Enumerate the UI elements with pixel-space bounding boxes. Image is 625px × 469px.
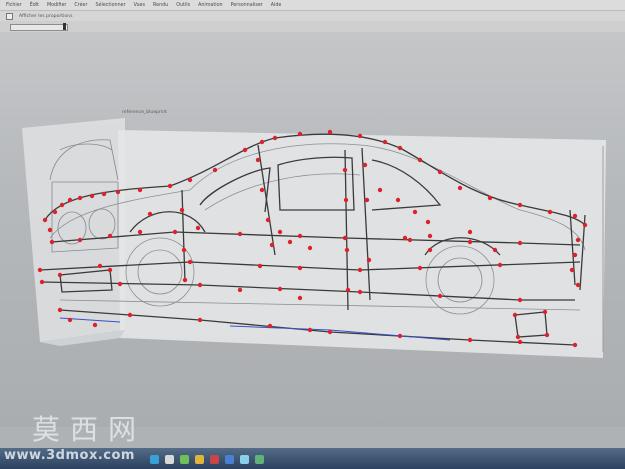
blueprint-canvas[interactable] — [0, 0, 625, 469]
app-icon-6[interactable] — [225, 455, 234, 464]
app-icon-2[interactable] — [165, 455, 174, 464]
app-icon-4[interactable] — [195, 455, 204, 464]
app-icon-1[interactable] — [150, 455, 159, 464]
viewport-reference-label: reference_blueprint — [122, 110, 167, 115]
app-icon-3[interactable] — [180, 455, 189, 464]
screen-photo: Fichier Édit Modifier Créer Sélectionner… — [0, 0, 625, 469]
front-view-plane — [22, 118, 125, 342]
app-icon-5[interactable] — [210, 455, 219, 464]
taskbar-icons — [150, 455, 264, 464]
app-icon-8[interactable] — [255, 455, 264, 464]
app-icon-7[interactable] — [240, 455, 249, 464]
watermark-url: www.3dmox.com — [4, 448, 135, 463]
watermark-logo: 莫西网 — [32, 413, 147, 446]
